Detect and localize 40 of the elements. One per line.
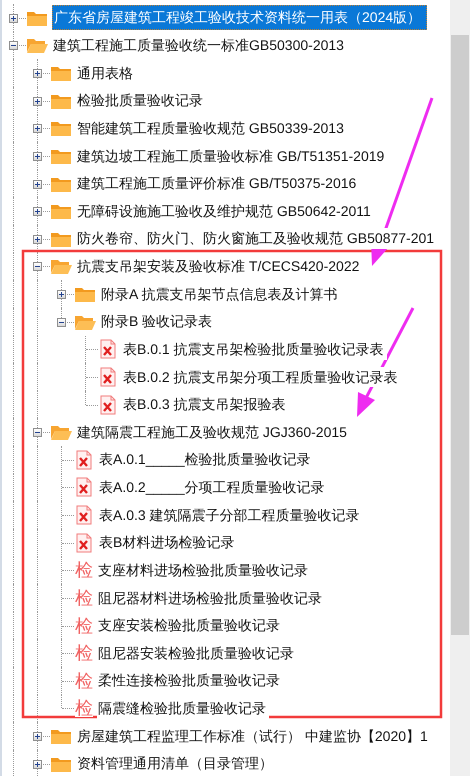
expand-toggle[interactable] bbox=[33, 180, 42, 189]
scrollbar-thumb[interactable] bbox=[451, 35, 469, 635]
document-error-icon bbox=[76, 532, 92, 553]
folder-icon bbox=[74, 285, 96, 304]
document-error-icon bbox=[100, 339, 116, 360]
expand-toggle[interactable] bbox=[33, 96, 42, 106]
collapse-toggle[interactable] bbox=[9, 41, 18, 50]
document-error-icon bbox=[76, 450, 92, 470]
folder-icon bbox=[50, 119, 72, 138]
expand-toggle[interactable] bbox=[33, 732, 42, 742]
expand-toggle[interactable] bbox=[9, 14, 18, 23]
form-glyph-icon: 检 bbox=[75, 588, 93, 607]
collapse-toggle[interactable] bbox=[33, 428, 42, 438]
scrollbar[interactable] bbox=[450, 0, 470, 776]
open-folder-icon bbox=[26, 36, 48, 54]
document-error-icon bbox=[100, 394, 116, 415]
form-glyph-icon: 检 bbox=[75, 672, 93, 690]
collapse-toggle[interactable] bbox=[57, 318, 66, 327]
expand-toggle[interactable] bbox=[33, 69, 42, 78]
open-folder-icon bbox=[50, 423, 72, 442]
form-glyph-icon: 检 bbox=[75, 644, 93, 662]
expand-toggle[interactable] bbox=[33, 207, 42, 216]
folder-icon bbox=[50, 727, 72, 746]
form-glyph-icon: 检 bbox=[75, 616, 93, 635]
form-glyph-icon: 检 bbox=[75, 699, 93, 718]
expand-toggle[interactable] bbox=[33, 234, 42, 244]
open-folder-icon bbox=[50, 257, 72, 276]
collapse-toggle[interactable] bbox=[33, 262, 42, 272]
document-error-icon bbox=[100, 366, 116, 387]
expand-toggle[interactable] bbox=[33, 124, 42, 134]
expand-toggle[interactable] bbox=[33, 760, 42, 769]
document-error-icon bbox=[76, 505, 92, 526]
document-error-icon bbox=[76, 477, 92, 498]
form-glyph-icon: 检 bbox=[75, 561, 93, 580]
expand-toggle[interactable] bbox=[33, 152, 42, 161]
expand-toggle[interactable] bbox=[57, 290, 66, 300]
folder-icon bbox=[50, 202, 72, 220]
tree-item[interactable]: 广东省房屋建筑工程竣工验收技术资料统一用表（2024版） bbox=[52, 5, 428, 30]
tree-item[interactable]: 隔震缝检验批质量验收记录 bbox=[97, 698, 269, 719]
folder-icon bbox=[50, 64, 72, 82]
